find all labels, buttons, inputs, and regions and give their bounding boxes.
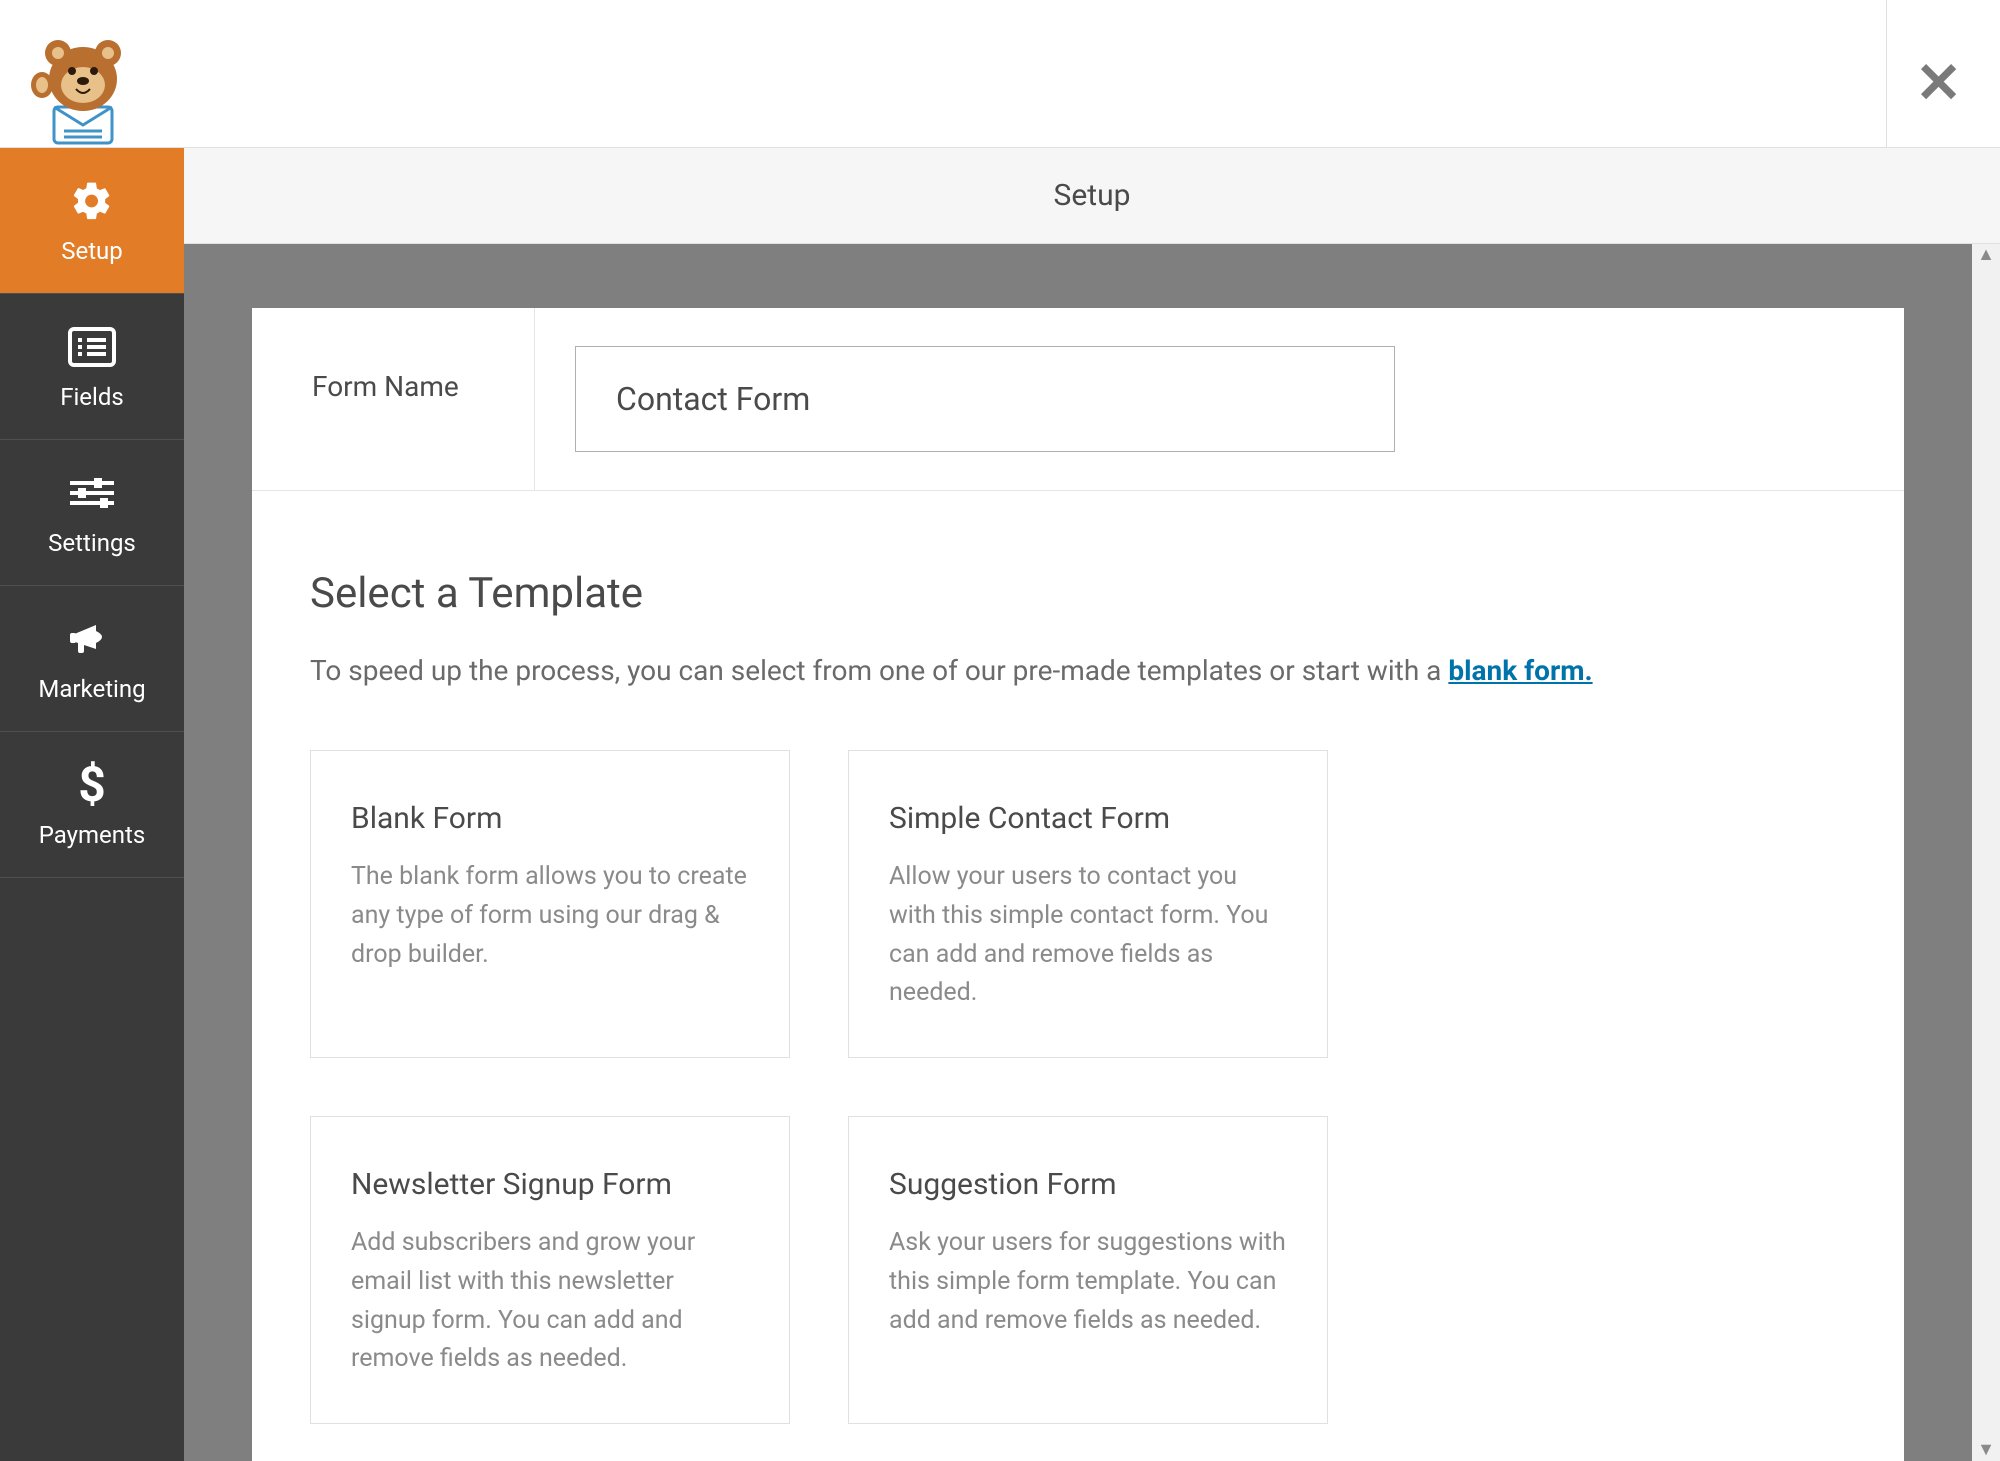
template-grid: Blank Form The blank form allows you to … xyxy=(310,750,1846,1424)
template-card-blank[interactable]: Blank Form The blank form allows you to … xyxy=(310,750,790,1058)
template-card-desc: The blank form allows you to create any … xyxy=(351,858,749,974)
template-card-newsletter[interactable]: Newsletter Signup Form Add subscribers a… xyxy=(310,1116,790,1424)
template-card-desc: Allow your users to contact you with thi… xyxy=(889,858,1287,1013)
sidebar-item-fields[interactable]: Fields xyxy=(0,294,184,440)
setup-panel: Form Name Select a Template To speed up … xyxy=(252,308,1904,1461)
topbar-divider xyxy=(1886,0,1887,147)
template-card-desc: Add subscribers and grow your email list… xyxy=(351,1224,749,1379)
topbar: ✕ xyxy=(0,0,2000,148)
templates-intro-text: To speed up the process, you can select … xyxy=(310,654,1448,687)
gray-frame: Form Name Select a Template To speed up … xyxy=(184,244,1972,1461)
template-card-title: Blank Form xyxy=(351,801,749,836)
page-title: Setup xyxy=(184,148,2000,244)
form-name-row: Form Name xyxy=(252,308,1904,491)
template-card-title: Suggestion Form xyxy=(889,1167,1287,1202)
template-card-title: Simple Contact Form xyxy=(889,801,1287,836)
sidebar-item-marketing[interactable]: Marketing xyxy=(0,586,184,732)
scrollbar[interactable]: ▲ ▼ xyxy=(1972,244,2000,1461)
sidebar-item-label: Payments xyxy=(39,821,146,849)
sidebar-item-label: Setup xyxy=(61,237,123,265)
content-area: Setup ▲ ▼ Form Name Select a Template To… xyxy=(184,148,2000,1461)
form-name-input[interactable] xyxy=(575,346,1395,452)
template-card-desc: Ask your users for suggestions with this… xyxy=(889,1224,1287,1340)
template-card-simple-contact[interactable]: Simple Contact Form Allow your users to … xyxy=(848,750,1328,1058)
form-name-label: Form Name xyxy=(252,308,535,490)
bullhorn-icon xyxy=(68,615,116,663)
sidebar-item-settings[interactable]: Settings xyxy=(0,440,184,586)
close-icon[interactable]: ✕ xyxy=(1915,15,1962,111)
sidebar-item-label: Settings xyxy=(48,529,136,557)
scroll-down-icon[interactable]: ▼ xyxy=(1977,1441,1995,1459)
sidebar: Setup Fields Settings Marketing $ Paymen… xyxy=(0,148,184,1461)
template-card-title: Newsletter Signup Form xyxy=(351,1167,749,1202)
gear-icon xyxy=(70,177,114,225)
sidebar-item-label: Fields xyxy=(60,383,124,411)
sidebar-item-label: Marketing xyxy=(38,675,145,703)
list-icon xyxy=(68,323,116,371)
templates-intro: To speed up the process, you can select … xyxy=(310,650,1846,692)
dollar-icon: $ xyxy=(78,761,106,809)
scroll-up-icon[interactable]: ▲ xyxy=(1977,246,1995,264)
sliders-icon xyxy=(68,469,116,517)
sidebar-item-setup[interactable]: Setup xyxy=(0,148,184,294)
sidebar-item-payments[interactable]: $ Payments xyxy=(0,732,184,878)
templates-heading: Select a Template xyxy=(310,569,1846,618)
logo xyxy=(18,15,138,147)
templates-section: Select a Template To speed up the proces… xyxy=(252,491,1904,1424)
blank-form-link[interactable]: blank form. xyxy=(1448,654,1592,687)
template-card-suggestion[interactable]: Suggestion Form Ask your users for sugge… xyxy=(848,1116,1328,1424)
